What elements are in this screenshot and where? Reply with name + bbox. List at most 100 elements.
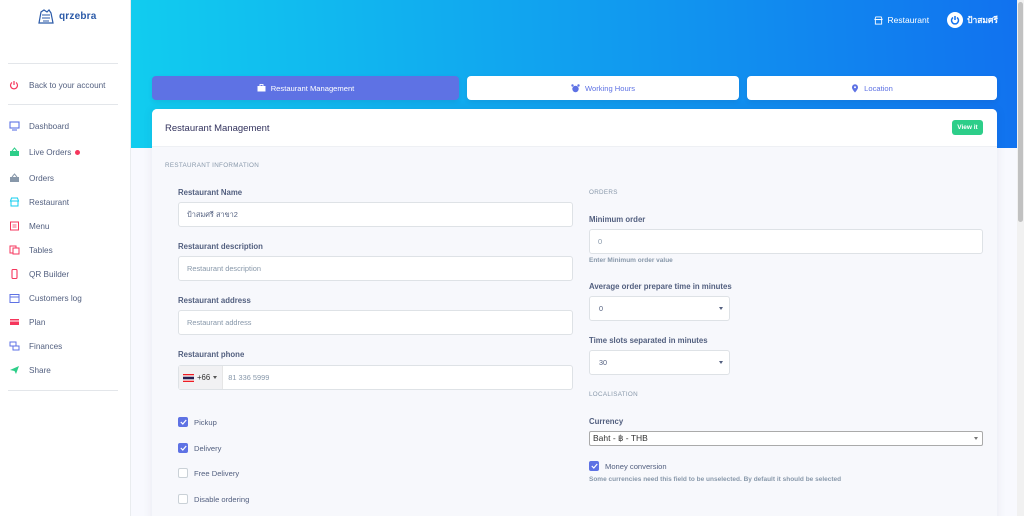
restaurant-address-label: Restaurant address (178, 296, 251, 305)
tables-icon (8, 244, 20, 256)
free-delivery-checkbox[interactable]: Free Delivery (178, 468, 239, 478)
checkbox-unchecked-icon (178, 468, 188, 478)
sidebar-item-menu[interactable]: Menu (8, 219, 49, 233)
top-nav: Restaurant ป้าสมศรี (874, 12, 998, 28)
send-icon (8, 364, 20, 376)
sidebar-item-label: Dashboard (29, 121, 70, 131)
sidebar-item-live-orders[interactable]: Live Orders (8, 145, 81, 159)
mobile-icon (8, 268, 20, 280)
avg-prepare-time-select[interactable]: 0 (589, 296, 730, 321)
money-icon (8, 340, 20, 352)
sidebar-item-qr-builder[interactable]: QR Builder (8, 267, 69, 281)
minimum-order-label: Minimum order (589, 215, 646, 224)
zebra-logo-icon (38, 9, 54, 24)
basket-icon (8, 146, 20, 158)
chevron-down-icon (974, 437, 978, 440)
book-icon (8, 220, 20, 232)
tab-restaurant-management[interactable]: Restaurant Management (152, 76, 459, 100)
chevron-down-icon (719, 307, 723, 310)
view-it-button[interactable]: View it (952, 120, 983, 135)
section-restaurant-information: RESTAURANT INFORMATION (165, 162, 260, 169)
currency-select[interactable]: Baht - ฿ - THB (589, 431, 983, 446)
sidebar-item-plan[interactable]: Plan (8, 315, 45, 329)
tab-label: Working Hours (584, 83, 636, 93)
sidebar-item-label: Finances (29, 341, 63, 351)
pickup-checkbox[interactable]: Pickup (178, 417, 217, 427)
restaurant-name-input[interactable]: ป้าสมศรี สาขา2 (178, 202, 573, 227)
sidebar: qrzebra Back to your account Dashboard L… (0, 0, 131, 516)
section-localisation: LOCALISATION (589, 391, 638, 398)
chevron-down-icon (719, 361, 723, 364)
sidebar-divider (8, 63, 118, 64)
restaurant-name-label: Restaurant Name (178, 188, 243, 197)
restaurant-phone-field: +66 81 336 5999 (178, 365, 573, 390)
sidebar-item-share[interactable]: Share (8, 363, 51, 377)
briefcase-icon (257, 84, 266, 92)
restaurant-description-input[interactable]: Restaurant description (178, 256, 573, 281)
checkbox-checked-icon (589, 461, 599, 471)
credit-card-icon (8, 316, 20, 328)
restaurant-phone-label: Restaurant phone (178, 350, 245, 359)
sidebar-divider (8, 104, 118, 105)
shop-icon (874, 15, 884, 25)
power-icon (8, 79, 20, 91)
sidebar-item-label: Orders (29, 173, 55, 183)
sidebar-item-label: Customers log (29, 293, 82, 303)
sidebar-item-label: Share (29, 365, 51, 375)
sidebar-item-finances[interactable]: Finances (8, 339, 62, 353)
delivery-checkbox[interactable]: Delivery (178, 443, 221, 453)
sidebar-item-label: Plan (29, 317, 46, 327)
restaurant-link[interactable]: Restaurant (874, 15, 929, 25)
sidebar-item-tables[interactable]: Tables (8, 243, 53, 257)
sidebar-item-orders[interactable]: Orders (8, 171, 54, 185)
checkbox-unchecked-icon (178, 494, 188, 504)
card-header: Restaurant Management View it (152, 109, 997, 147)
country-code-dropdown[interactable]: +66 (179, 366, 224, 389)
checkbox-label: Delivery (194, 443, 222, 453)
time-slots-select[interactable]: 30 (589, 350, 730, 375)
minimum-order-input[interactable]: 0 (589, 229, 983, 254)
scrollbar-thumb[interactable] (1018, 2, 1023, 222)
basket-icon (8, 172, 20, 184)
avg-prepare-time-label: Average order prepare time in minutes (589, 282, 732, 291)
tab-label: Location (864, 83, 893, 93)
chevron-down-icon (213, 376, 218, 379)
select-value: 30 (599, 358, 607, 367)
user-menu[interactable]: ป้าสมศรี (947, 12, 998, 28)
checkbox-checked-icon (178, 417, 188, 427)
brand-name: qrzebra (59, 11, 97, 22)
back-to-account-label: Back to your account (29, 80, 106, 90)
live-badge-dot (75, 149, 81, 155)
pin-icon (852, 83, 859, 92)
sidebar-item-label: Restaurant (29, 197, 70, 207)
money-conversion-checkbox[interactable]: Money conversion (589, 461, 667, 471)
thailand-flag-icon (183, 373, 194, 382)
tab-location[interactable]: Location (747, 76, 997, 100)
page-scrollbar[interactable] (1017, 0, 1024, 516)
checkbox-checked-icon (178, 443, 188, 453)
restaurant-link-label: Restaurant (887, 15, 930, 25)
section-orders: ORDERS (589, 189, 618, 196)
alarm-icon (571, 83, 580, 92)
restaurant-description-label: Restaurant description (178, 242, 263, 251)
brand-logo[interactable]: qrzebra (36, 8, 97, 25)
card-title: Restaurant Management (165, 123, 270, 134)
sidebar-item-restaurant[interactable]: Restaurant (8, 195, 69, 209)
sidebar-item-label: Live Orders (29, 147, 72, 157)
checkbox-label: Money conversion (605, 461, 667, 471)
select-value: 0 (599, 304, 603, 313)
calendar-icon (8, 292, 20, 304)
minimum-order-hint: Enter Minimum order value (589, 257, 673, 264)
back-to-account-link[interactable]: Back to your account (8, 78, 105, 92)
restaurant-phone-input[interactable]: 81 336 5999 (223, 373, 269, 382)
tab-label: Restaurant Management (270, 83, 355, 93)
sidebar-item-dashboard[interactable]: Dashboard (8, 119, 69, 133)
restaurant-address-input[interactable]: Restaurant address (178, 310, 573, 335)
disable-ordering-checkbox[interactable]: Disable ordering (178, 494, 249, 504)
select-value: Baht - ฿ - THB (593, 433, 648, 443)
money-conversion-hint: Some currencies need this field to be un… (589, 476, 842, 483)
checkbox-label: Free Delivery (194, 468, 240, 478)
sidebar-item-customers-log[interactable]: Customers log (8, 291, 82, 305)
shop-icon (8, 196, 20, 208)
tab-working-hours[interactable]: Working Hours (467, 76, 739, 100)
